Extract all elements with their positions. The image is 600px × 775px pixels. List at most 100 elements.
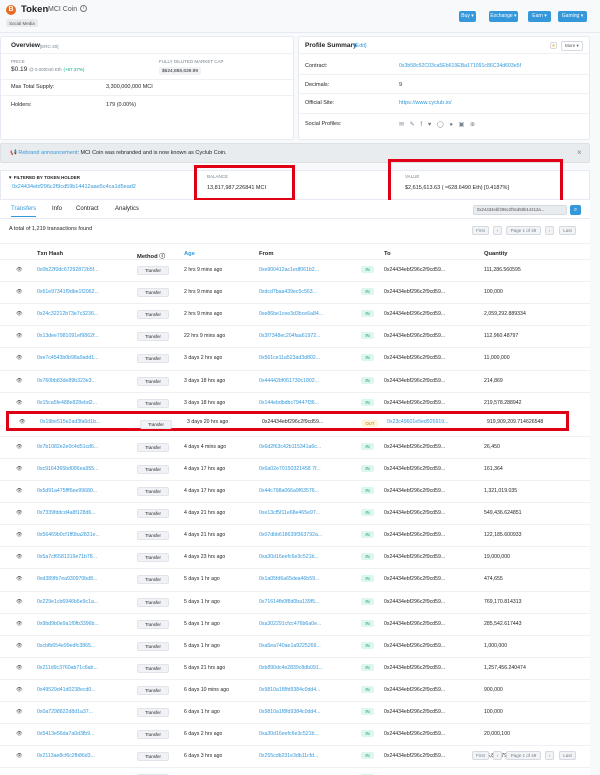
from-address-link[interactable]: 0xa30d16eefc6e3c521b... (259, 554, 319, 560)
eye-icon[interactable]: 👁 (19, 419, 26, 425)
more-dropdown[interactable]: More ▾ (561, 41, 583, 51)
eye-icon[interactable]: 👁 (16, 687, 23, 693)
txn-hash-link[interactable]: 0xc9164365bd086ea955... (37, 466, 98, 472)
buy-button[interactable]: Buy ▾ (459, 11, 476, 22)
eye-icon[interactable]: 👁 (16, 554, 23, 560)
eye-icon[interactable]: 👁 (16, 289, 23, 295)
txn-hash-link[interactable]: 0x7b1082e2e0c4d51cd6... (37, 444, 98, 450)
from-address-link[interactable]: 0x1a05fd6a65dea46b59... (259, 576, 319, 582)
txn-hash-link[interactable]: 0x15ca5fe488e828ebd2... (37, 400, 97, 406)
txn-hash-link[interactable]: 0x5413e56da7a0d3fb9... (37, 731, 94, 737)
txn-hash-link[interactable]: 0xcbfb654e99edfc3865... (37, 643, 95, 649)
to-address-link[interactable]: 0x24434ebf296c2f9cd59... (384, 355, 445, 361)
tab-contract[interactable]: Contract (76, 206, 99, 212)
to-address-link[interactable]: 0x24434ebf296c2f9cd59... (384, 333, 445, 339)
from-address-link[interactable]: 0x6d2f63c42b115341a6c... (259, 444, 321, 450)
from-address-link[interactable]: 0xa302291cfcc476b6a0e... (259, 621, 321, 627)
gaming-button[interactable]: Gaming ▾ (558, 11, 587, 22)
to-address-link[interactable]: 0x23c49601e5ed926919... (387, 419, 448, 425)
from-address-link[interactable]: 0xe13cf5f11e68e465e97... (259, 510, 320, 516)
txn-hash-link[interactable]: 0x56469b0cf1ff0ba2831e... (37, 532, 100, 538)
eye-icon[interactable]: 👁 (16, 378, 23, 384)
txn-hash-link[interactable]: 0x5a7cf6581319e71b78... (37, 554, 97, 560)
from-address-link[interactable]: 0x9810a1f8fd9384c0dd4... (259, 709, 320, 715)
eye-icon[interactable]: 👁 (16, 621, 23, 627)
exchange-button[interactable]: Exchange ▾ (489, 11, 518, 22)
to-address-link[interactable]: 0x24434ebf296c2f9cd59... (384, 378, 445, 384)
star-icon[interactable]: ★ (550, 42, 557, 49)
to-address-link[interactable]: 0x24434ebf296c2f9cd59... (384, 643, 445, 649)
rebrand-link[interactable]: Rebrand announcement (18, 150, 77, 156)
txn-hash-link[interactable]: 0x5d91a475fff6ee99680... (37, 488, 97, 494)
to-address-link[interactable]: 0x24434ebf296c2f9cd59... (384, 731, 445, 737)
contract-address-link[interactable]: 0x3b58c52C03ca5Eb619EBa171091c86C34d603e… (399, 63, 521, 69)
txn-hash-link[interactable]: 0x24c32212b73e7c3236... (37, 311, 98, 317)
close-icon[interactable]: × (577, 148, 582, 157)
holder-address-link[interactable]: 0x24434ebf296c2f9cd59b14412aae5c4ca1d5ea… (12, 184, 136, 190)
tab-transfers[interactable]: Transfers (11, 206, 37, 217)
from-address-link[interactable]: 0x44442bf061730c1802... (259, 378, 319, 384)
next-page-button[interactable]: › (545, 226, 554, 235)
to-address-link[interactable]: 0x24434ebf296c2f9cd59... (384, 311, 445, 317)
col-age[interactable]: Age (184, 251, 195, 257)
edit-link[interactable]: [Edit] (354, 43, 367, 49)
to-address-link[interactable]: 0x24434ebf296c2f9cd59... (384, 510, 445, 516)
to-address-link[interactable]: 0x24434ebf296c2f9cd59... (384, 466, 445, 472)
eye-icon[interactable]: 👁 (16, 400, 23, 406)
last-page-button[interactable]: Last (559, 226, 576, 235)
from-address-link[interactable]: 0x71614fb0f8d0ba139f5... (259, 599, 319, 605)
to-address-link[interactable]: 0x24434ebf296c2f9cd59... (384, 488, 445, 494)
from-address-link[interactable]: 0x144ebdbdbc79447f36... (259, 400, 319, 406)
tab-info[interactable]: Info (52, 206, 62, 212)
to-address-link[interactable]: 0x24434ebf296c2f9cd59... (384, 599, 445, 605)
to-address-link[interactable]: 0x24434ebf296c2f9cd59... (384, 621, 445, 627)
from-address-link[interactable]: 0xe900412ac1edf061b2... (259, 267, 319, 273)
txn-hash-link[interactable]: 0x0a7298822d8d1a37... (37, 709, 93, 715)
eye-icon[interactable]: 👁 (16, 311, 23, 317)
from-address-link[interactable]: 0x44c798a066a9f63576... (259, 488, 319, 494)
from-address-link[interactable]: 0x561ce11a523ad3d802... (259, 355, 320, 361)
eye-icon[interactable]: 👁 (16, 731, 23, 737)
eye-icon[interactable]: 👁 (16, 643, 23, 649)
from-address-link[interactable]: 0xa30d16eefc6e3c521b... (259, 731, 319, 737)
from-address-link[interactable]: 0xdcd7baa439ec5c563... (259, 289, 317, 295)
next-page-button[interactable]: › (545, 751, 554, 760)
eye-icon[interactable]: 👁 (16, 532, 23, 538)
first-page-button[interactable]: First (472, 226, 489, 235)
tab-analytics[interactable]: Analytics (115, 206, 139, 212)
eye-icon[interactable]: 👁 (16, 665, 23, 671)
txn-hash-link[interactable]: 0x61e97341f9dbe1f2062... (37, 289, 99, 295)
eye-icon[interactable]: 👁 (16, 488, 23, 494)
search-icon[interactable]: ⌕ (570, 205, 581, 215)
to-address-link[interactable]: 0x24434ebf296c2f9cd59... (384, 687, 445, 693)
eye-icon[interactable]: 👁 (16, 576, 23, 582)
from-address-link[interactable]: 0xa5ea740ae1a9225269... (259, 643, 321, 649)
to-address-link[interactable]: 0x24434ebf296c2f9cd59... (384, 665, 445, 671)
search-input[interactable]: 0x24434ebf296c2f9cd59b14412a... (473, 205, 567, 215)
eye-icon[interactable]: 👁 (16, 333, 23, 339)
txn-hash-link[interactable]: 0x2113ae8cf6c2fb86d3... (37, 753, 95, 759)
eye-icon[interactable]: 👁 (16, 753, 23, 759)
social-profile-icons[interactable]: ✉ ✎ f ♥ ◯ ● ▣ ⊕ (399, 121, 477, 128)
to-address-link[interactable]: 0x24434ebf296c2f9cd59... (384, 576, 445, 582)
txn-hash-link[interactable]: 0x211d9c3760ab71c6ab... (37, 665, 98, 671)
txn-hash-link[interactable]: 0x49529d41d0238ecd0... (37, 687, 96, 693)
last-page-button[interactable]: Last (559, 751, 576, 760)
txn-hash-link[interactable]: 0x19be515e2ad3fa6d1b... (40, 419, 100, 425)
txn-hash-link[interactable]: 0x13dee7981091ef9862f... (37, 333, 99, 339)
eye-icon[interactable]: 👁 (16, 267, 23, 273)
to-address-link[interactable]: 0x24434ebf296c2f9cd59... (384, 532, 445, 538)
to-address-link[interactable]: 0x24434ebf296c2f9cd59... (384, 267, 445, 273)
eye-icon[interactable]: 👁 (16, 709, 23, 715)
from-address-link[interactable]: 0x3f7348ec204faa61972... (259, 333, 320, 339)
earn-button[interactable]: Earn ▾ (528, 11, 551, 22)
txn-hash-link[interactable]: 0x7339fddcd4a8f128d6... (37, 510, 96, 516)
to-address-link[interactable]: 0x24434ebf296c2f9cd59... (384, 554, 445, 560)
to-address-link[interactable]: 0x24434ebf296c2f9cd59... (384, 709, 445, 715)
from-address-link[interactable]: 0x9810a1f8fd9384c0dd4... (259, 687, 320, 693)
from-address-link[interactable]: 0x6a02e70150321458 7f... (259, 466, 321, 472)
txn-hash-link[interactable]: 0x760bb83de89b323e3... (37, 378, 96, 384)
eye-icon[interactable]: 👁 (16, 355, 23, 361)
to-address-link[interactable]: 0x24434ebf296c2f9cd59... (384, 753, 445, 759)
from-address-link[interactable]: 0x07dbb618639f363792a... (259, 532, 322, 538)
